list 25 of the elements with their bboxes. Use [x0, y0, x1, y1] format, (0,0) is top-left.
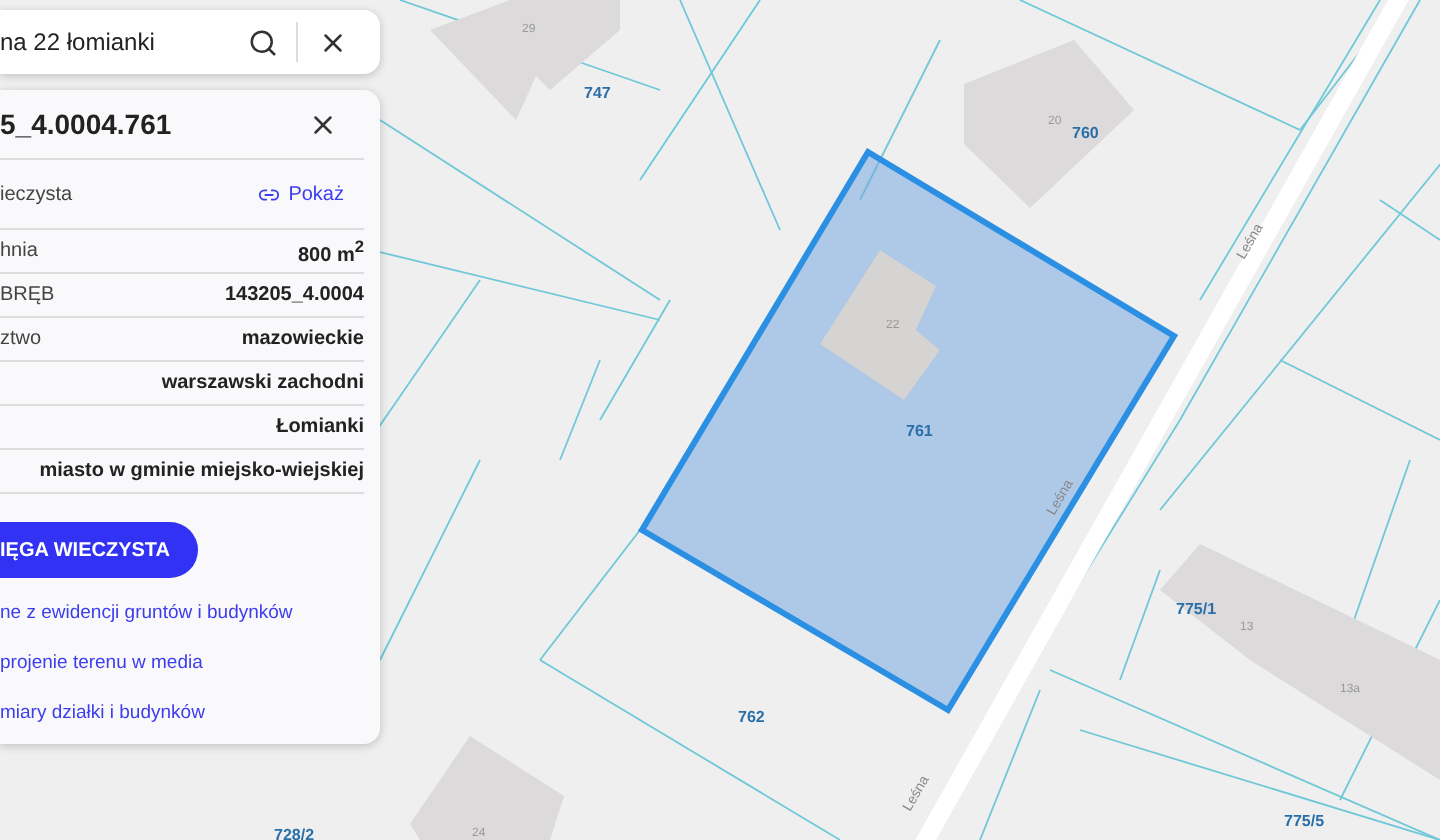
info-link[interactable]: ne z ewidencji gruntów i budynków [0, 602, 380, 624]
parcel-number: 747 [584, 84, 611, 102]
field-value: mazowieckie [241, 328, 364, 350]
search-bar[interactable]: na 22 łomianki [0, 10, 380, 74]
parcel-number: 761 [906, 422, 933, 440]
land-register-button[interactable]: IĘGA WIECZYSTA [0, 522, 198, 578]
parcel-number: 762 [738, 708, 765, 726]
parcel-number: 728/2 [274, 826, 315, 840]
field-value: 800 m$^{2}$ [298, 235, 364, 267]
field-value: 143205_4.0004 [224, 284, 364, 306]
parcel-number: 775/1 [1176, 600, 1217, 618]
parcel-id: 5_4.0004.761 [0, 108, 172, 140]
parcel-number: 775/5 [1284, 812, 1325, 830]
parcel-number: 760 [1072, 124, 1099, 142]
show-link[interactable]: Pokaż [258, 183, 344, 205]
field-label: hnia [0, 240, 38, 262]
field-label: BRĘB [0, 284, 55, 306]
search-field[interactable]: na 22 łomianki [0, 28, 240, 56]
field-label: ztwo [0, 328, 42, 350]
info-link[interactable]: miary działki i budynków [0, 702, 380, 724]
field-value: Łomianki [276, 416, 364, 438]
field-label: ieczysta [0, 183, 73, 205]
field-value: miasto w gminie miejsko-wiejskiej [39, 460, 364, 482]
field-value: warszawski zachodni [161, 372, 364, 394]
info-link[interactable]: projenie terenu w media [0, 652, 380, 674]
